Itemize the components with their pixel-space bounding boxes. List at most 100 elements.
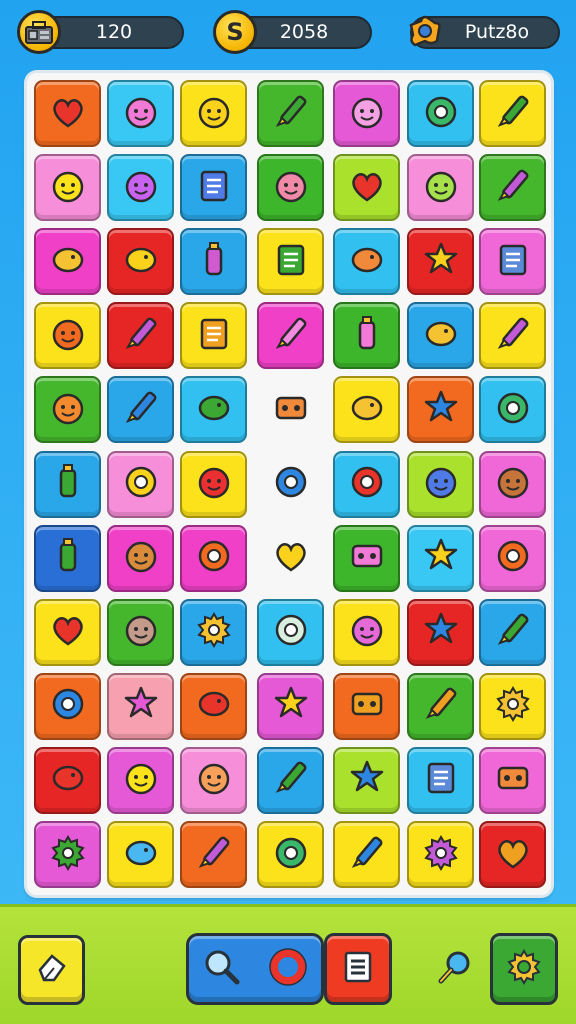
board-tile[interactable] bbox=[34, 672, 101, 740]
board-tile[interactable] bbox=[257, 746, 324, 814]
board-tile[interactable] bbox=[34, 821, 101, 888]
board-tile[interactable] bbox=[479, 154, 546, 222]
tool-group bbox=[186, 933, 324, 1005]
board-tile[interactable] bbox=[257, 451, 324, 518]
board-tile[interactable] bbox=[333, 376, 400, 444]
search-button[interactable] bbox=[191, 938, 253, 1000]
board-tile[interactable] bbox=[34, 302, 101, 370]
coin-s-icon[interactable]: S bbox=[213, 10, 257, 54]
board-tile[interactable] bbox=[180, 376, 247, 444]
board-tile[interactable] bbox=[407, 376, 474, 444]
board-tile[interactable] bbox=[107, 450, 174, 518]
ticket-icon bbox=[269, 238, 313, 286]
board-tile[interactable] bbox=[333, 598, 400, 666]
board-tile[interactable] bbox=[257, 376, 324, 443]
board-tile[interactable] bbox=[479, 598, 546, 666]
board-tile[interactable] bbox=[34, 598, 101, 666]
board-tile[interactable] bbox=[34, 154, 101, 222]
board-tile[interactable] bbox=[479, 302, 546, 370]
board-tile[interactable] bbox=[479, 228, 546, 296]
board-tile[interactable] bbox=[107, 598, 174, 666]
board-tile[interactable] bbox=[107, 821, 174, 888]
chick-face-icon bbox=[119, 756, 163, 804]
board-tile[interactable] bbox=[479, 672, 546, 740]
board-tile[interactable] bbox=[107, 746, 174, 814]
board-tile[interactable] bbox=[257, 228, 324, 296]
board-tile[interactable] bbox=[34, 746, 101, 814]
puzzle-piece-icon[interactable] bbox=[402, 10, 446, 54]
board-tile[interactable] bbox=[34, 376, 101, 444]
board-tile[interactable] bbox=[257, 672, 324, 740]
board-tile[interactable] bbox=[107, 524, 174, 592]
board-tile[interactable] bbox=[180, 80, 247, 147]
board-tile[interactable] bbox=[479, 450, 546, 518]
board-tile[interactable] bbox=[407, 228, 474, 296]
board-tile[interactable] bbox=[180, 228, 247, 296]
orange-face-icon bbox=[46, 386, 90, 434]
board-tile[interactable] bbox=[180, 524, 247, 592]
onion-face-icon bbox=[119, 608, 163, 656]
board-tile[interactable] bbox=[180, 821, 247, 888]
board-tile[interactable] bbox=[34, 524, 101, 592]
board-tile[interactable] bbox=[34, 80, 101, 147]
wand-icon bbox=[491, 608, 535, 656]
board-tile[interactable] bbox=[333, 821, 400, 888]
board-tile[interactable] bbox=[257, 525, 324, 592]
board-tile[interactable] bbox=[180, 746, 247, 814]
board-tile[interactable] bbox=[333, 80, 400, 147]
board-tile[interactable] bbox=[180, 598, 247, 666]
ring-button[interactable] bbox=[257, 938, 319, 1000]
board-tile[interactable] bbox=[34, 228, 101, 296]
board-tile[interactable] bbox=[107, 228, 174, 296]
board-tile[interactable] bbox=[257, 80, 324, 147]
board-tile[interactable] bbox=[333, 672, 400, 740]
note-pencil-icon bbox=[119, 312, 163, 360]
board-tile[interactable] bbox=[333, 154, 400, 222]
board-tile[interactable] bbox=[407, 821, 474, 888]
board-tile[interactable] bbox=[107, 302, 174, 370]
board-tile[interactable] bbox=[407, 524, 474, 592]
comb-icon bbox=[269, 756, 313, 804]
board-tile[interactable] bbox=[479, 376, 546, 444]
board-tile[interactable] bbox=[333, 302, 400, 370]
eraser-tool-button[interactable] bbox=[18, 935, 85, 1005]
menu-button[interactable] bbox=[324, 933, 392, 1005]
board-tile[interactable] bbox=[257, 598, 324, 666]
board-tile[interactable] bbox=[180, 154, 247, 222]
settings-button[interactable] bbox=[490, 933, 558, 1005]
board-tile[interactable] bbox=[407, 450, 474, 518]
board-tile[interactable] bbox=[333, 524, 400, 592]
board-tile[interactable] bbox=[407, 302, 474, 370]
board-tile[interactable] bbox=[479, 524, 546, 592]
paint-brush-icon bbox=[119, 386, 163, 434]
board-tile[interactable] bbox=[333, 228, 400, 296]
board-tile[interactable] bbox=[257, 821, 324, 888]
board-tile[interactable] bbox=[407, 672, 474, 740]
hint-button[interactable] bbox=[432, 945, 480, 993]
board-tile[interactable] bbox=[107, 80, 174, 147]
board-tile[interactable] bbox=[333, 746, 400, 814]
board-tile[interactable] bbox=[180, 672, 247, 740]
toolbox-icon[interactable] bbox=[17, 10, 61, 54]
board-tile[interactable] bbox=[407, 746, 474, 814]
board-tile[interactable] bbox=[333, 450, 400, 518]
leaf-splat-icon bbox=[345, 756, 389, 804]
board-tile[interactable] bbox=[479, 746, 546, 814]
board-tile[interactable] bbox=[479, 80, 546, 147]
girl-face-icon bbox=[345, 90, 389, 138]
board-tile[interactable] bbox=[407, 80, 474, 147]
board-tile[interactable] bbox=[257, 154, 324, 222]
board-tile[interactable] bbox=[180, 450, 247, 518]
board-tile[interactable] bbox=[107, 672, 174, 740]
board-tile[interactable] bbox=[107, 154, 174, 222]
board-tile[interactable] bbox=[180, 302, 247, 370]
gear-icon bbox=[502, 945, 546, 993]
board-tile[interactable] bbox=[107, 376, 174, 444]
star-icon bbox=[419, 608, 463, 656]
apple-icon bbox=[46, 90, 90, 138]
board-tile[interactable] bbox=[479, 821, 546, 888]
board-tile[interactable] bbox=[407, 154, 474, 222]
board-tile[interactable] bbox=[34, 450, 101, 518]
board-tile[interactable] bbox=[257, 302, 324, 370]
board-tile[interactable] bbox=[407, 598, 474, 666]
